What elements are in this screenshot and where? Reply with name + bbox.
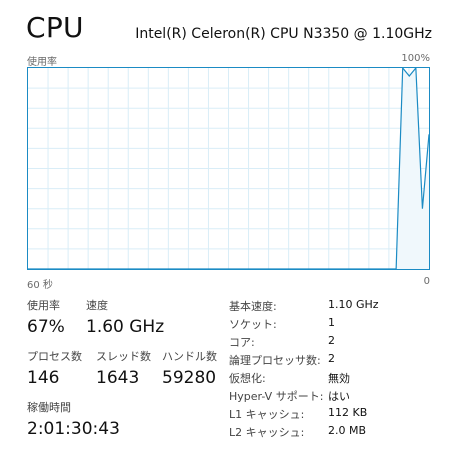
virtualization-value: 無効	[328, 372, 350, 385]
sockets-value: 1	[328, 316, 335, 329]
uptime-stat-value: 2:01:30:43	[27, 419, 120, 439]
handles-stat-value: 59280	[162, 368, 217, 388]
l1-cache-label: L1 キャッシュ:	[229, 408, 305, 421]
cpu-usage-graph-svg	[27, 67, 430, 270]
threads-stat-value: 1643	[96, 368, 140, 388]
sockets-label: ソケット:	[229, 318, 277, 331]
l2-cache-label: L2 キャッシュ:	[229, 426, 305, 439]
page-title: CPU	[26, 11, 84, 44]
processes-stat-value: 146	[27, 368, 60, 388]
threads-stat-label: スレッド数	[96, 350, 151, 363]
uptime-stat-label: 稼働時間	[27, 401, 71, 414]
graph-min-label: 0	[423, 276, 430, 287]
cores-value: 2	[328, 334, 335, 347]
base-speed-label: 基本速度:	[229, 300, 277, 313]
graph-grid	[28, 68, 429, 269]
processes-stat-label: プロセス数	[27, 350, 82, 363]
logical-processors-value: 2	[328, 352, 335, 365]
speed-stat-label: 速度	[86, 299, 108, 312]
cpu-model-name: Intel(R) Celeron(R) CPU N3350 @ 1.10GHz	[135, 26, 432, 42]
speed-stat-value: 1.60 GHz	[86, 317, 165, 337]
l2-cache-value: 2.0 MB	[328, 424, 367, 437]
graph-time-label: 60 秒	[27, 280, 53, 291]
l1-cache-value: 112 KB	[328, 406, 368, 419]
usage-stat-label: 使用率	[27, 299, 60, 312]
base-speed-value: 1.10 GHz	[328, 298, 379, 311]
graph-usage-label: 使用率	[27, 57, 57, 68]
graph-max-label: 100%	[401, 53, 430, 64]
logical-processors-label: 論理プロセッサ数:	[229, 354, 321, 367]
hyperv-support-label: Hyper-V サポート:	[229, 390, 324, 403]
handles-stat-label: ハンドル数	[162, 350, 217, 363]
cpu-usage-graph[interactable]	[27, 67, 430, 270]
virtualization-label: 仮想化:	[229, 372, 266, 385]
usage-stat-value: 67%	[27, 317, 65, 337]
hyperv-support-value: はい	[328, 390, 350, 403]
cores-label: コア:	[229, 336, 255, 349]
